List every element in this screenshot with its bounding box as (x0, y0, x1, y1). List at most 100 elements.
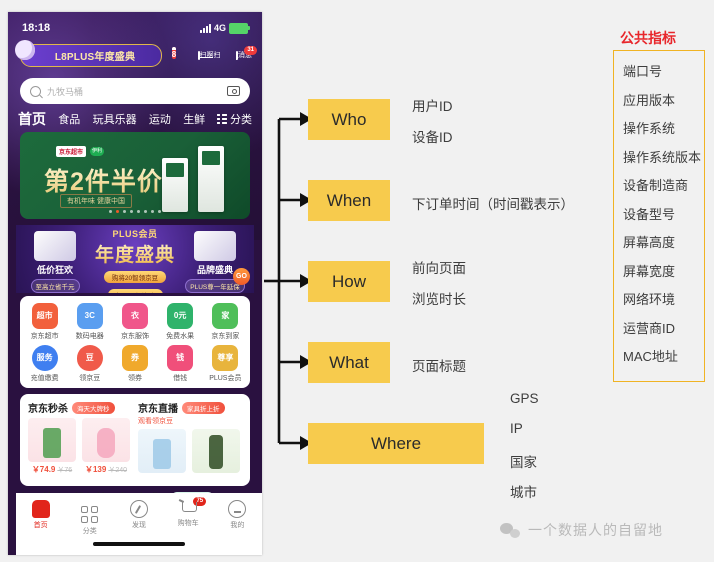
node-where[interactable]: Where (308, 423, 484, 464)
product-thumb (28, 418, 76, 462)
quick-entry-label: 领券 (127, 375, 142, 382)
quick-entry-label: 充值缴费 (30, 375, 59, 382)
plus-center-title: 年度盛典 (75, 240, 195, 267)
deals-card: 京东秒杀 海天大牌秒 ￥74.9 ￥76 ￥139 ￥240 京东直播 家具折上… (20, 394, 250, 486)
flash-sale-title: 京东秒杀 (28, 404, 68, 415)
node-what-label: What (329, 352, 369, 372)
person-icon (228, 500, 247, 518)
signal-icon (199, 23, 211, 33)
scan-icon (197, 51, 200, 60)
phone-top-row: L8PLUS年度盛典 8 扫啊扫 31 消息 (8, 39, 262, 70)
search-input[interactable]: 九牧马桶 (47, 85, 83, 98)
quick-entry-4[interactable]: 家 京东到家 (204, 303, 246, 341)
detail-how-1: 浏览时长 (412, 292, 466, 307)
category-button[interactable]: 分类 (217, 111, 252, 127)
node-how-label: How (331, 271, 366, 291)
panel-item-2: 操作系统 (623, 121, 676, 136)
message-button[interactable]: 31 消息 (232, 46, 257, 60)
node-when-label: When (326, 190, 372, 210)
banner-carousel-dots[interactable] (20, 210, 250, 213)
quick-entry-label: 京东到家 (211, 333, 240, 340)
panel-item-5: 设备型号 (623, 206, 676, 222)
watermark-text: 一个数据人的自留地 (528, 522, 663, 538)
panel-item-3: 操作系统版本 (623, 149, 702, 165)
home-icon (31, 500, 50, 518)
nav-tab-4[interactable]: 生鲜 (183, 111, 205, 127)
quick-entry-7[interactable]: 券 领券 (114, 345, 156, 383)
detail-when-0: 下订单时间（时间戳表示） (412, 197, 574, 212)
detail-where-2: 国家 (510, 455, 537, 470)
live-section[interactable]: 京东直播 家具折上折 观看领京豆 (138, 400, 242, 480)
tabbar-item-me[interactable]: 我的 (215, 500, 259, 530)
phone-nav-tabs: 首页 食品 玩具乐器 运动 生鲜 分类 (8, 108, 262, 130)
cart-icon (179, 500, 198, 516)
free-fruit-icon: 0元 (167, 303, 194, 329)
promo-banner-plus[interactable]: 低价狂欢 至高立省千元 PLUS会员 年度盛典 购将20智领京豆 每屋百亿补贴 … (16, 225, 254, 293)
diagram-canvas: 18:18 4G L8PLUS年度盛典 8 扫啊扫 31 消息 九牧马桶 首页 … (0, 0, 714, 562)
node-who[interactable]: Who (308, 99, 390, 140)
tabbar-label: 分类 (82, 528, 97, 535)
message-badge: 31 (244, 46, 257, 55)
plus-banner-center[interactable]: PLUS会员 年度盛典 购将20智领京豆 每屋百亿补贴 (75, 227, 195, 293)
quick-entry-6[interactable]: 豆 领京豆 (69, 345, 111, 383)
phone-tab-bar: 首页 分类 发现 75 购物车 我的 (16, 493, 262, 555)
detail-how-0: 前向页面 (412, 261, 466, 276)
daojia-icon: 家 (212, 303, 239, 329)
phone-top-icons: 8 扫啊扫 31 消息 (162, 46, 257, 63)
camera-icon[interactable] (227, 86, 240, 96)
flash-sale-item-0[interactable]: ￥74.9 ￥76 (28, 418, 76, 475)
plus-promo-pill[interactable]: L8PLUS年度盛典 (15, 39, 162, 67)
plus-center-btn2: 每屋百亿补贴 (107, 289, 163, 293)
node-what[interactable]: What (308, 342, 390, 383)
tabbar-item-category[interactable]: 分类 (68, 500, 112, 536)
price-now: ￥139 (84, 465, 107, 474)
grid-icon (217, 113, 227, 125)
quick-entry-8[interactable]: 钱 借钱 (159, 345, 201, 383)
flash-sale-section[interactable]: 京东秒杀 海天大牌秒 ￥74.9 ￥76 ￥139 ￥240 (28, 400, 132, 480)
product-thumb[interactable] (192, 429, 240, 473)
flash-sale-item-1[interactable]: ￥139 ￥240 (82, 418, 130, 475)
beans-icon: 豆 (76, 345, 103, 371)
plus-member-icon: 尊享 (212, 345, 239, 371)
quick-entry-2[interactable]: 衣 京东服饰 (114, 303, 156, 341)
search-left: 九牧马桶 (30, 85, 83, 98)
quick-entry-9[interactable]: 尊享 PLUS会员 (204, 345, 246, 383)
quick-entry-3[interactable]: 0元 免费水果 (159, 303, 201, 341)
live-items (138, 429, 242, 473)
network-type: 4G (213, 23, 226, 33)
price-now: ￥74.9 (31, 465, 56, 474)
product-thumb[interactable] (138, 429, 186, 473)
nav-tab-1[interactable]: 食品 (58, 111, 80, 127)
apparel-icon: 衣 (121, 303, 148, 329)
supermarket-icon: 超市 (31, 303, 58, 329)
quick-entry-0[interactable]: 超市 京东超市 (24, 303, 66, 341)
quick-entry-1[interactable]: 3C 数码电器 (69, 303, 111, 341)
wechat-icon (500, 522, 520, 538)
node-how[interactable]: How (308, 261, 390, 302)
calendar-button[interactable]: 8 (162, 47, 186, 63)
nav-tab-3[interactable]: 运动 (149, 111, 171, 127)
node-when[interactable]: When (308, 180, 390, 221)
tabbar-label: 首页 (33, 522, 48, 529)
scan-button[interactable]: 扫啊扫 (197, 50, 221, 60)
node-who-label: Who (331, 109, 367, 129)
battery-icon (229, 22, 250, 34)
tabbar-item-home[interactable]: 首页 (19, 500, 63, 530)
tabbar-item-cart[interactable]: 75 购物车 (166, 497, 210, 528)
tabbar-item-discover[interactable]: 发现 (117, 500, 161, 530)
nav-tab-0[interactable]: 首页 (18, 109, 46, 129)
live-head: 京东直播 家具折上折 (138, 400, 242, 415)
nav-tab-2[interactable]: 玩具乐器 (93, 111, 137, 127)
search-bar[interactable]: 九牧马桶 (20, 78, 250, 104)
promo-banner-green[interactable]: 京东超市 伊利 第2件半价 有机年味 健康中国 (20, 132, 250, 219)
banner-brand-label: 京东超市 (56, 146, 87, 157)
panel-item-0: 端口号 (623, 64, 663, 79)
live-subtitle: 观看领京豆 (138, 418, 173, 425)
quick-entry-5[interactable]: 服务 充值缴费 (24, 345, 66, 383)
plus-go-button[interactable]: GO (233, 268, 250, 285)
tabbar-label: 发现 (131, 522, 146, 529)
price-was: ￥76 (57, 467, 73, 474)
panel-item-4: 设备制造商 (623, 178, 689, 193)
home-indicator (93, 542, 185, 546)
detail-where-1: IP (510, 421, 523, 436)
